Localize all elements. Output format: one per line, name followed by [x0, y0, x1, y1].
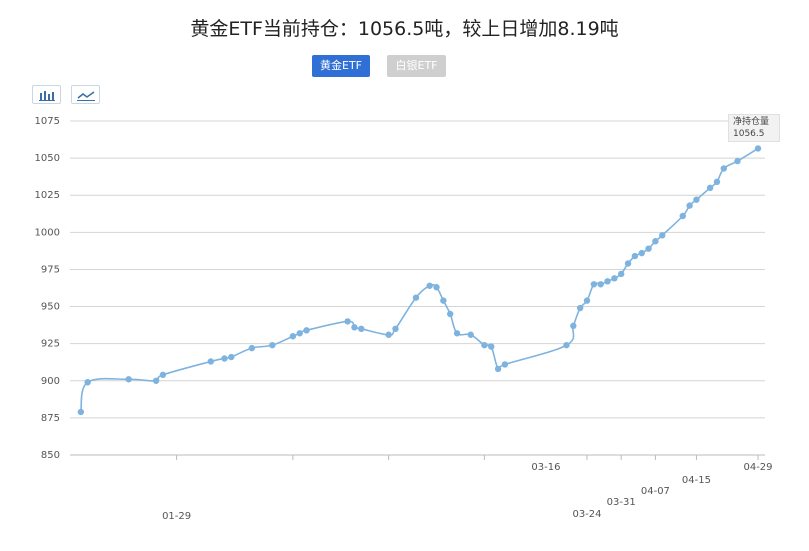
tooltip-label: 净持仓量 [733, 117, 770, 127]
y-tick-label: 1050 [35, 153, 60, 164]
x-tick-label: 04-07 [641, 486, 670, 497]
y-tick-label: 850 [41, 450, 60, 461]
data-point [385, 331, 392, 338]
data-point [624, 260, 632, 267]
y-tick-label: 1000 [35, 227, 60, 238]
tooltip-value: 1056.5 [733, 129, 765, 139]
data-point [467, 331, 474, 338]
data-point [344, 318, 351, 325]
data-point [618, 270, 625, 278]
data-point [351, 324, 358, 331]
data-point [84, 379, 91, 386]
data-point [358, 325, 365, 333]
data-point [631, 252, 639, 260]
data-point [296, 330, 303, 337]
data-point [303, 327, 310, 334]
data-point [269, 341, 276, 349]
data-point [207, 358, 214, 365]
data-point [563, 341, 570, 349]
x-tick-label: 03-16 [531, 462, 560, 473]
data-point [433, 284, 440, 291]
data-point [412, 294, 420, 301]
data-point [570, 322, 577, 330]
x-tick-label: 03-24 [572, 509, 601, 520]
data-point [590, 281, 598, 288]
y-tick-label: 925 [41, 339, 60, 350]
data-point [221, 355, 228, 362]
data-point [638, 249, 645, 257]
data-point [152, 377, 160, 384]
data-point [488, 343, 495, 350]
data-point [440, 297, 447, 304]
data-point [652, 238, 659, 245]
data-point [248, 344, 256, 352]
tooltip: 净持仓量 1056.5 [728, 114, 780, 142]
x-tick-label: 04-29 [743, 462, 772, 473]
data-point [125, 376, 132, 383]
data-point [481, 341, 488, 349]
data-point [597, 281, 604, 288]
data-point [754, 145, 762, 152]
data-point [453, 330, 461, 337]
data-point [734, 157, 741, 165]
data-point [659, 232, 666, 239]
data-point [686, 202, 693, 209]
data-point [426, 282, 433, 289]
data-point [501, 361, 509, 368]
y-tick-label: 975 [41, 264, 60, 275]
x-tick-label: 03-31 [607, 497, 636, 508]
data-point [604, 278, 611, 285]
data-point [392, 325, 399, 333]
data-point [611, 275, 618, 282]
y-tick-label: 900 [41, 376, 60, 387]
data-point [576, 304, 584, 312]
y-tick-label: 950 [41, 302, 60, 313]
data-point [228, 353, 235, 361]
data-point [583, 297, 591, 304]
data-point [693, 196, 700, 203]
data-point [494, 365, 502, 373]
data-point [713, 178, 721, 186]
data-point [645, 245, 652, 252]
data-point [447, 310, 454, 318]
line-chart: 1075 1050 1025 1000 975 950 925 900 875 850 01-29 0… [35, 116, 773, 522]
data-point [289, 333, 297, 340]
data-point [679, 212, 686, 220]
x-tick-label: 01-29 [162, 511, 191, 522]
data-point [159, 371, 167, 379]
data-point [720, 165, 727, 172]
y-tick-label: 1025 [35, 190, 60, 201]
y-tick-label: 1075 [35, 116, 60, 127]
series-line [80, 147, 759, 413]
y-tick-label: 875 [41, 413, 60, 424]
data-point [77, 408, 85, 416]
data-point [706, 184, 714, 191]
x-tick-label: 04-15 [682, 475, 711, 486]
